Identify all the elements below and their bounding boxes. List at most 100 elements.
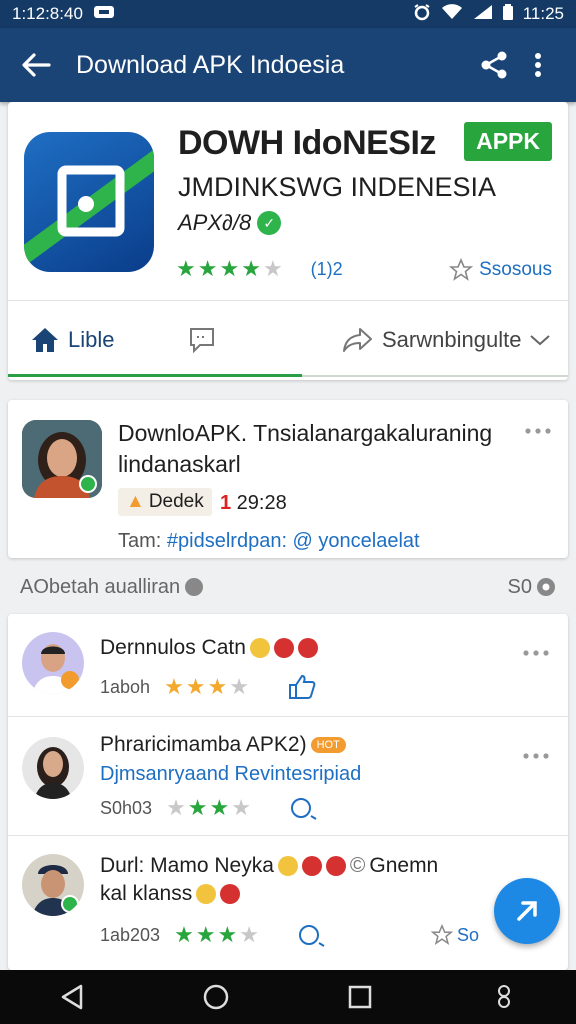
review-count[interactable]: (1)2 [311,259,343,280]
thumbs-up-icon[interactable] [287,674,317,700]
compose-fab[interactable] [494,878,560,944]
nav-home-button[interactable] [188,975,244,1019]
commenter-name-text: Phraricimamba APK2) [100,733,307,756]
comments-count[interactable]: S0 [508,576,556,599]
comment-item[interactable]: Phraricimamba APK2) HOT Djmsanryaand Rev… [8,717,568,835]
red-emoji-icon [273,638,294,658]
overflow-menu-button[interactable] [516,43,560,87]
commenter-avatar[interactable] [22,632,84,694]
save-label: Ssosous [479,259,552,280]
star-icon: ★ [217,922,238,947]
star-icon: ★ [239,922,260,947]
apk-badge: APPK [464,122,552,161]
comment-more-button[interactable] [522,644,550,662]
commenter-name-text: Durl: Mamo Neyka [100,854,274,877]
tab-track [302,375,568,377]
author-avatar[interactable] [22,420,102,498]
status-clock: 11:25 [522,4,564,23]
star-icon: ★ [231,795,251,820]
save-button[interactable]: Ssosous [449,258,552,282]
more-vertical-icon [535,53,541,77]
post-more-button[interactable] [524,422,552,440]
commenter-name-extra: Gnemn [369,854,439,877]
app-header-card: DOWH IdoNESIz APPK JMDINKSWG INDENESIA A… [8,102,568,380]
comment-stars: ★ ★ ★ ★ [164,674,249,700]
tab-share-label: Sarwnbingulte [382,327,522,352]
version-text: APX∂/8 [178,210,252,235]
star-icon: ★ [262,256,283,281]
star-icon: ★ [209,795,230,820]
copyright-icon: © [349,854,366,877]
comment-item[interactable]: Dernnulos Catn 1aboh ★ ★ ★ ★ [8,614,568,716]
share-button[interactable] [472,43,516,87]
comment-text-line: kal klanss [100,882,193,905]
star-outline-icon [431,924,454,945]
chip-label: Dedek [148,491,204,512]
back-button[interactable] [16,45,56,85]
comment-time: S0h03 [100,797,153,818]
star-icon: ★ [166,795,186,820]
comment-meta: 1ab203 ★ ★ ★ ★ So [100,922,479,948]
fire-icon: ▲ [126,491,145,512]
star-icon: ★ [197,256,218,281]
app-logo-icon[interactable] [24,132,154,272]
commenter-avatar[interactable] [22,737,84,799]
tab-comment[interactable] [188,326,216,354]
comment-meta: 1aboh ★ ★ ★ ★ [100,674,317,700]
nav-back-button[interactable] [44,975,100,1019]
post-chip[interactable]: ▲ Dedek [118,488,212,516]
nav-recents-button[interactable] [332,975,388,1019]
commenter-avatar[interactable] [22,854,84,916]
system-nav-bar [0,970,576,1024]
comments-list: Dernnulos Catn 1aboh ★ ★ ★ ★ Phraricimam… [8,614,568,970]
tags-text[interactable]: #pidselrdpan: @ yoncelaelat [167,530,420,552]
notification-icon [93,4,115,25]
divider [8,300,568,301]
square-recents-icon [348,985,372,1009]
rating-stars: ★ ★ ★ ★ ★ [176,256,283,282]
verified-icon: ✓ [257,211,282,235]
accessibility-icon [498,985,510,1008]
save-label: So [457,924,480,945]
tab-indicator [8,374,302,377]
comment-stars: ★ ★ ★ ★ [166,795,251,821]
comment-more-button[interactable] [522,747,550,765]
tab-share[interactable]: Sarwnbingulte [342,326,551,354]
reply-icon[interactable] [297,923,327,947]
post-title: DownloAPK. Tnsialanargakaluraning lindan… [118,420,493,477]
comment-item[interactable]: Durl: Mamo Neyka © Gnemn kal klanss 1ab2… [8,836,568,970]
circle-home-icon [203,984,229,1010]
tags-label: Tam: [118,530,162,552]
star-icon: ★ [164,674,184,699]
developer-name[interactable]: JMDINKSWG INDENESIA [178,172,496,203]
commenter-name: Durl: Mamo Neyka © Gnemn [100,854,438,878]
more-horizontal-icon [525,428,551,434]
star-icon: ★ [241,256,261,281]
red-emoji-icon [301,856,322,876]
count-prefix: 1 [220,492,232,514]
hot-badge: HOT [310,737,346,753]
save-button[interactable]: So [431,924,479,946]
star-icon: ★ [219,256,240,281]
commenter-name: Dernnulos Catn [100,636,318,660]
comment-time: 1aboh [100,676,151,697]
comments-count-text: S0 [507,575,532,598]
send-icon [517,901,537,921]
version-label: APX∂/8 ✓ [178,210,282,236]
star-icon: ★ [185,674,206,699]
app-bar: Download APK Indoesia [0,28,576,102]
post-count: 1 29:28 [220,492,287,515]
reply-icon[interactable] [289,796,319,820]
star-icon: ★ [229,674,249,699]
nav-extra-button[interactable] [476,975,532,1019]
chevron-down-icon [530,335,551,346]
more-horizontal-icon [523,753,549,759]
post-card[interactable]: DownloAPK. Tnsialanargakaluraning lindan… [8,400,568,558]
share-arrow-icon [343,328,372,352]
red-emoji-icon [325,856,346,876]
tab-like[interactable]: Lible [30,326,114,354]
battery-icon [502,3,513,25]
count-rest: 29:28 [231,492,287,514]
status-time: 1:12:8:40 [12,4,83,23]
comment-subtitle[interactable]: Djmsanryaand Revintesripiad [100,763,361,786]
